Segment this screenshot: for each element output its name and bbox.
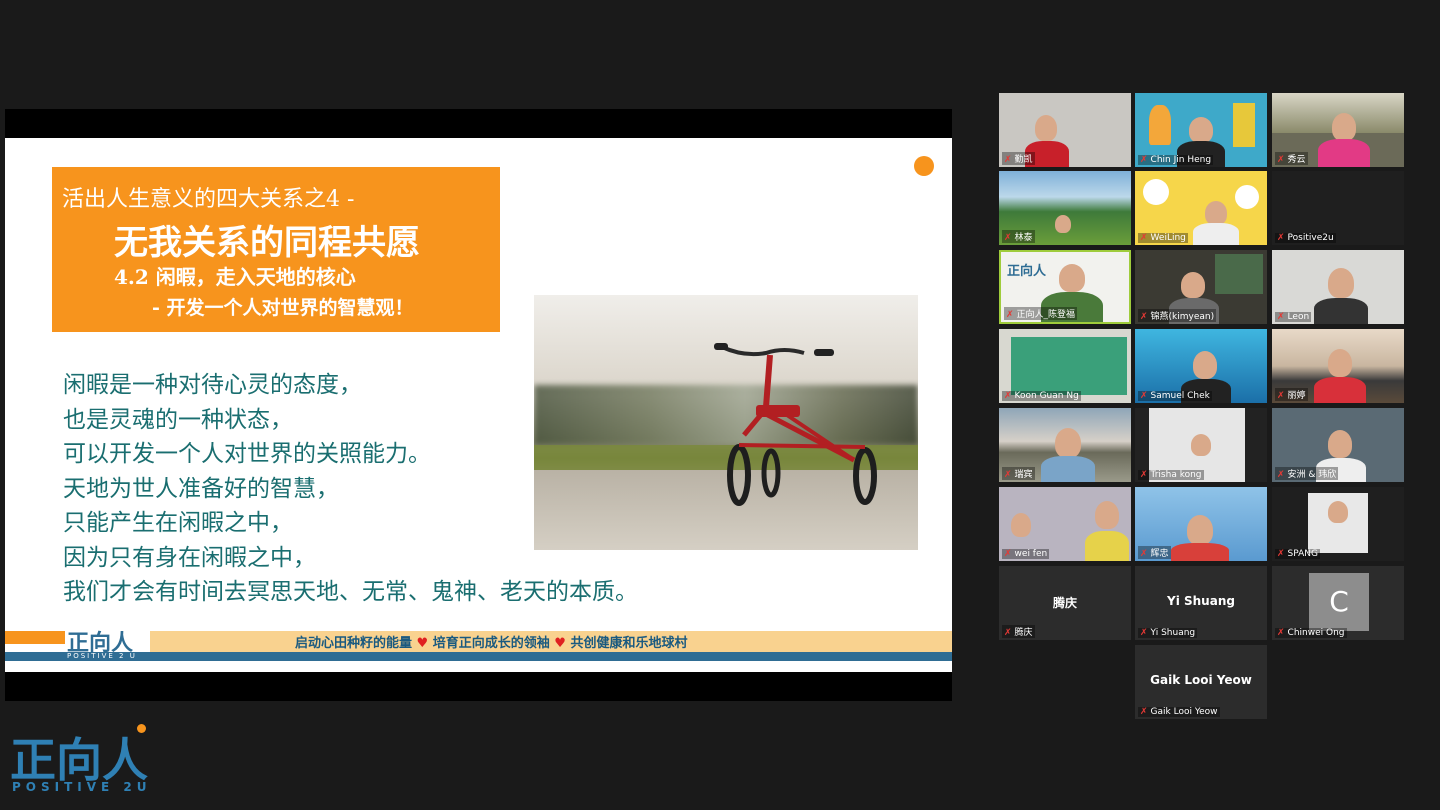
participant-tile[interactable]: ✗ 勤凯 <box>999 93 1131 167</box>
body-line: 天地为世人准备好的智慧， <box>63 475 339 502</box>
participant-name: ✗ wei fen <box>1002 549 1050 559</box>
slide-title-line1: 活出人生意义的四大关系之4 - <box>62 187 355 212</box>
mic-muted-icon: ✗ <box>1004 233 1012 243</box>
shared-screen: 活出人生意义的四大关系之4 - 无我关系的同程共愿 4.2 闲暇，走入天地的核心… <box>5 109 952 701</box>
mic-muted-icon: ✗ <box>1140 707 1148 717</box>
participant-name: ✗ Trisha kong <box>1138 470 1204 480</box>
body-line: 因为只有身在闲暇之中， <box>63 544 316 571</box>
participant-tile[interactable]: ✗ 秀云 <box>1272 93 1404 167</box>
slogan-1: 启动心田种籽的能量 <box>295 636 413 651</box>
slide-title-line4: - 开发一个人对世界的智慧观！ <box>152 297 414 319</box>
mic-muted-icon: ✗ <box>1140 549 1148 559</box>
participant-tile[interactable]: Gaik Looi Yeow ✗ Gaik Looi Yeow <box>1135 645 1267 719</box>
participant-name: ✗ 勤凯 <box>1002 152 1035 165</box>
mic-muted-icon: ✗ <box>1277 470 1285 480</box>
slide-footer-logo-sub: POSITIVE 2 U <box>67 652 137 660</box>
participant-tile[interactable]: ✗ wei fen <box>999 487 1131 561</box>
participant-tile[interactable]: 腾庆 ✗ 腾庆 <box>999 566 1131 640</box>
mic-muted-icon: ✗ <box>1140 312 1148 322</box>
participant-tile[interactable]: ✗ Leon <box>1272 250 1404 324</box>
participant-tile[interactable]: ✗ 安洲 & 玮欣 <box>1272 408 1404 482</box>
mic-muted-icon: ✗ <box>1004 391 1012 401</box>
participant-name: ✗ Chin Jin Heng <box>1138 155 1214 165</box>
participant-name: ✗ Samuel Chek <box>1138 391 1212 401</box>
participant-name: ✗ Yi Shuang <box>1138 628 1198 638</box>
mic-muted-icon: ✗ <box>1277 312 1285 322</box>
body-line: 我们才会有时间去冥思天地、无常、鬼神、老天的本质。 <box>63 579 638 605</box>
participant-center-name: 腾庆 <box>1052 596 1077 610</box>
participant-tile[interactable]: ✗ 辉忠 <box>1135 487 1267 561</box>
participant-tile[interactable]: ✗ Trisha kong <box>1135 408 1267 482</box>
slide-title-line2: 无我关系的同程共愿 <box>114 223 420 263</box>
body-line: 也是灵魂的一种状态， <box>63 406 293 433</box>
participant-tile[interactable]: ✗ Chin Jin Heng <box>1135 93 1267 167</box>
participant-name: ✗ 腾庆 <box>1002 625 1035 638</box>
slide-footer-accent <box>5 631 65 644</box>
participant-tile[interactable]: ✗ 林泰 <box>999 171 1131 245</box>
participant-name: ✗ 锦燕(kimyean) <box>1138 309 1217 322</box>
mic-muted-icon: ✗ <box>1277 549 1285 559</box>
participant-name: ✗ 丽婷 <box>1275 388 1308 401</box>
slide-footer-stripe <box>5 652 952 661</box>
mic-muted-icon: ✗ <box>1140 628 1148 638</box>
mic-muted-icon: ✗ <box>1004 549 1012 559</box>
participant-name: ✗ Leon <box>1275 312 1312 322</box>
avatar: C <box>1309 573 1369 631</box>
participant-tile[interactable]: C ✗ Chinwei Ong <box>1272 566 1404 640</box>
participant-center-name: Gaik Looi Yeow <box>1150 673 1252 687</box>
participant-tile[interactable]: ✗ 丽婷 <box>1272 329 1404 403</box>
brand-logo-sub: POSITIVE 2U <box>12 780 152 794</box>
heart-icon: ♥ <box>416 636 429 651</box>
slide-body-text: 闲暇是一种对待心灵的态度， 也是灵魂的一种状态， 可以开发一个人对世界的关照能力… <box>63 368 638 610</box>
mic-muted-icon: ✗ <box>1277 155 1285 165</box>
participant-name: ✗ 辉忠 <box>1138 546 1171 559</box>
participant-tile[interactable]: ✗ Positive2u <box>1272 171 1404 245</box>
participant-name: ✗ 秀云 <box>1275 152 1308 165</box>
participant-tile[interactable]: ✗ 锦燕(kimyean) <box>1135 250 1267 324</box>
mic-muted-icon: ✗ <box>1006 310 1014 320</box>
orange-dot <box>914 156 934 176</box>
mic-muted-icon: ✗ <box>1140 155 1148 165</box>
slogan-2: 培育正向成长的领袖 <box>432 636 550 651</box>
participant-tile[interactable]: Yi Shuang ✗ Yi Shuang <box>1135 566 1267 640</box>
participant-tile-active-speaker[interactable]: 正向人 ✗ 正向人_陈登福 <box>999 250 1131 324</box>
body-line: 可以开发一个人对世界的关照能力。 <box>63 441 431 467</box>
participant-name: ✗ 林泰 <box>1002 230 1035 243</box>
presentation-slide: 活出人生意义的四大关系之4 - 无我关系的同程共愿 4.2 闲暇，走入天地的核心… <box>5 138 952 672</box>
slide-title-line3: 4.2 闲暇，走入天地的核心 <box>114 265 356 289</box>
heart-icon: ♥ <box>554 636 566 651</box>
body-line: 只能产生在闲暇之中， <box>63 510 293 536</box>
tile-logo: 正向人 <box>1007 264 1047 279</box>
participant-tile[interactable]: ✗ Samuel Chek <box>1135 329 1267 403</box>
participant-name: ✗ 瑞宾 <box>1002 467 1035 480</box>
mic-muted-icon: ✗ <box>1277 628 1285 638</box>
mic-muted-icon: ✗ <box>1140 233 1148 243</box>
participant-name: ✗ 安洲 & 玮欣 <box>1275 467 1339 480</box>
mic-muted-icon: ✗ <box>1277 233 1285 243</box>
slide-title-box: 活出人生意义的四大关系之4 - 无我关系的同程共愿 4.2 闲暇，走入天地的核心… <box>52 167 500 332</box>
mic-muted-icon: ✗ <box>1277 391 1285 401</box>
participant-name: ✗ WeiLing <box>1138 233 1188 243</box>
participant-name: ✗ Chinwei Ong <box>1275 628 1347 638</box>
participant-tile[interactable]: ✗ SPANG <box>1272 487 1404 561</box>
mic-muted-icon: ✗ <box>1140 470 1148 480</box>
participant-tile[interactable]: ✗ WeiLing <box>1135 171 1267 245</box>
participant-name: ✗ Koon Guan Ng <box>1002 391 1081 401</box>
participant-tile[interactable]: ✗ 瑞宾 <box>999 408 1131 482</box>
participant-name: ✗ SPANG <box>1275 549 1320 559</box>
mic-muted-icon: ✗ <box>1004 628 1012 638</box>
participant-center-name: Yi Shuang <box>1167 594 1235 608</box>
participant-name: ✗ Gaik Looi Yeow <box>1138 707 1220 717</box>
slide-slogan: 启动心田种籽的能量 ♥ 培育正向成长的领袖 ♥ 共创健康和乐地球村 <box>295 632 687 651</box>
mic-muted-icon: ✗ <box>1140 391 1148 401</box>
participant-name: ✗ Positive2u <box>1275 233 1336 243</box>
brand-logo-dot <box>137 724 146 733</box>
participant-tile[interactable]: ✗ Koon Guan Ng <box>999 329 1131 403</box>
mic-muted-icon: ✗ <box>1004 155 1012 165</box>
mic-muted-icon: ✗ <box>1004 470 1012 480</box>
body-line: 闲暇是一种对待心灵的态度， <box>63 372 362 398</box>
slogan-3: 共创健康和乐地球村 <box>570 636 688 651</box>
participant-name: ✗ 正向人_陈登福 <box>1004 307 1078 320</box>
